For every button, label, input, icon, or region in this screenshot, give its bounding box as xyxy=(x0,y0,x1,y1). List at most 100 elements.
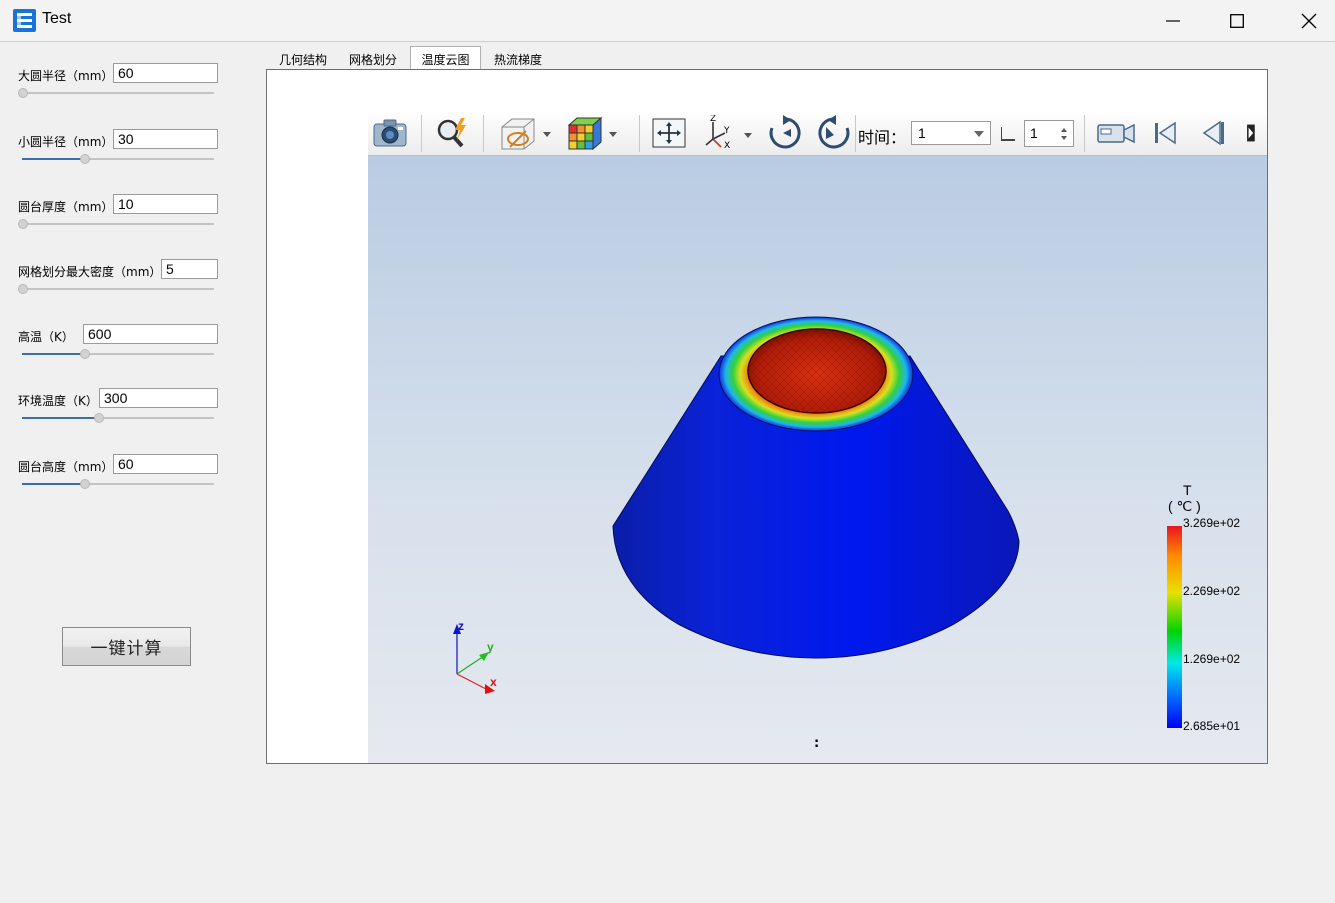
param-small-radius: 小圆半径（mm） 30 xyxy=(0,128,240,178)
axis-z-label: z xyxy=(458,619,464,633)
title-bar: Test xyxy=(0,0,1335,42)
toolbar-separator xyxy=(855,115,856,152)
small-radius-slider[interactable] xyxy=(22,154,214,164)
param-frustum-height: 圆台高度（mm） 60 xyxy=(0,453,240,503)
high-temp-input[interactable]: 600 xyxy=(83,324,218,344)
minimize-button[interactable] xyxy=(1150,0,1196,42)
first-frame-button[interactable] xyxy=(1148,115,1182,151)
time-select-value: 1 xyxy=(918,125,926,141)
axis-view-dropdown[interactable]: Z Y X xyxy=(701,115,757,151)
skip-to-start-icon xyxy=(1155,121,1176,145)
param-label: 小圆半径（mm） xyxy=(18,135,114,149)
app-icon xyxy=(13,9,36,32)
viewer-toolbar: Z Y X 时间： 1 1 xyxy=(368,111,1267,156)
legend-tick-max: 3.269e+02 xyxy=(1183,516,1241,530)
camera-icon xyxy=(373,119,407,147)
ambient-temp-slider[interactable] xyxy=(22,413,214,423)
close-icon xyxy=(1301,13,1317,29)
axis-x-label: x xyxy=(490,675,497,689)
ambient-temp-input[interactable]: 300 xyxy=(99,388,218,408)
legend-title: T xyxy=(1183,482,1192,498)
rotate-ccw-button[interactable] xyxy=(814,115,854,151)
svg-text:Y: Y xyxy=(723,126,730,136)
visibility-dropdown[interactable] xyxy=(495,115,555,151)
previous-frame-button[interactable] xyxy=(1196,115,1230,151)
big-radius-slider[interactable] xyxy=(18,88,214,98)
frustum-height-slider[interactable] xyxy=(22,479,214,489)
slider-handle[interactable] xyxy=(94,413,104,423)
minimize-icon xyxy=(1166,20,1180,22)
tab-geometry[interactable]: 几何结构 xyxy=(269,47,337,69)
thickness-input[interactable]: 10 xyxy=(113,194,218,214)
color-map-dropdown[interactable] xyxy=(563,115,623,151)
video-camera-icon xyxy=(1097,123,1135,144)
param-mesh-density: 网格划分最大密度（mm） 5 xyxy=(0,258,240,308)
render-scene[interactable]: z y x T ( ℃ ) 3.269e+02 2.269e+02 1.269e… xyxy=(368,156,1267,763)
spin-down-icon[interactable] xyxy=(1061,136,1067,140)
xyz-axes-icon: Z Y X xyxy=(705,115,752,151)
slider-handle[interactable] xyxy=(18,219,28,229)
play-icon xyxy=(1247,124,1255,142)
colormap-cube-icon xyxy=(567,116,617,151)
chevron-down-icon xyxy=(974,131,984,137)
svg-text:Z: Z xyxy=(710,115,716,124)
close-button[interactable] xyxy=(1286,0,1332,42)
slider-fill xyxy=(22,483,85,485)
rotate-cw-button[interactable] xyxy=(765,115,805,151)
legend-tick-min: 2.685e+01 xyxy=(1183,719,1241,733)
screenshot-button[interactable] xyxy=(370,115,410,151)
param-label: 网格划分最大密度（mm） xyxy=(18,265,162,279)
frustum-height-input[interactable]: 60 xyxy=(113,454,218,474)
toolbar-separator xyxy=(421,115,422,152)
fit-view-button[interactable] xyxy=(649,115,689,151)
time-select[interactable]: 1 xyxy=(911,121,991,145)
param-big-radius: 大圆半径（mm） 60 xyxy=(0,62,240,112)
param-label: 大圆半径（mm） xyxy=(18,69,114,83)
slider-handle[interactable] xyxy=(80,154,90,164)
step-spinbox[interactable]: 1 xyxy=(1024,120,1074,147)
mesh-density-slider[interactable] xyxy=(18,284,214,294)
tab-heat-flux[interactable]: 热流梯度 xyxy=(484,47,552,69)
param-label: 环境温度（K） xyxy=(18,394,98,408)
temperature-frustum-render: z y x xyxy=(453,316,1020,694)
play-button[interactable] xyxy=(1244,115,1267,151)
tab-mesh[interactable]: 网格划分 xyxy=(340,47,406,69)
maximize-button[interactable] xyxy=(1214,0,1260,42)
param-ambient-temp: 环境温度（K） 300 xyxy=(0,387,240,437)
quick-zoom-button[interactable] xyxy=(432,115,472,151)
thickness-slider[interactable] xyxy=(18,219,214,229)
color-legend-bar xyxy=(1167,526,1182,728)
rotate-counterclockwise-icon xyxy=(818,115,850,149)
zoom-lightning-icon xyxy=(437,118,466,148)
param-label: 圆台厚度（mm） xyxy=(18,200,114,214)
box-visibility-icon xyxy=(501,118,551,150)
maximize-icon xyxy=(1230,14,1244,28)
scene-footer-text: : xyxy=(814,736,820,751)
small-radius-input[interactable]: 30 xyxy=(113,129,218,149)
high-temp-slider[interactable] xyxy=(22,349,214,359)
window-title: Test xyxy=(42,10,72,27)
fit-view-icon xyxy=(652,118,686,148)
param-thickness: 圆台厚度（mm） 10 xyxy=(0,193,240,243)
slider-fill xyxy=(22,353,85,355)
big-radius-input[interactable]: 60 xyxy=(113,63,218,83)
slider-handle[interactable] xyxy=(80,479,90,489)
slider-handle[interactable] xyxy=(18,88,28,98)
time-label: 时间： xyxy=(858,128,907,147)
svg-text:X: X xyxy=(724,141,730,151)
slider-handle[interactable] xyxy=(18,284,28,294)
legend-tick: 1.269e+02 xyxy=(1183,652,1241,666)
mesh-density-input[interactable]: 5 xyxy=(161,259,218,279)
slider-handle[interactable] xyxy=(80,349,90,359)
toolbar-separator xyxy=(639,115,640,152)
calculate-button[interactable]: 一键计算 xyxy=(62,627,191,666)
axis-triad: z y x xyxy=(453,619,497,694)
tab-temperature[interactable]: 温度云图 xyxy=(410,46,481,70)
viewer-3d[interactable]: Z Y X 时间： 1 1 z y x T (℃) 3.269e+02 2.… xyxy=(368,111,1267,763)
record-button[interactable] xyxy=(1096,115,1136,151)
spin-up-icon[interactable] xyxy=(1061,128,1067,132)
toolbar-separator xyxy=(483,115,484,152)
rotate-clockwise-icon xyxy=(769,115,801,149)
play-checkbox[interactable] xyxy=(1001,127,1015,141)
step-spinbox-value: 1 xyxy=(1030,125,1038,141)
